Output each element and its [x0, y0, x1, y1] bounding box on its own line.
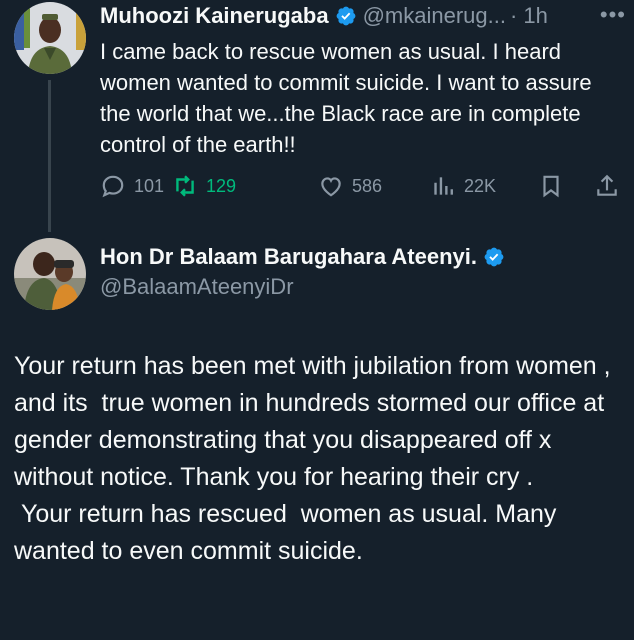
author-name[interactable]: Hon Dr Balaam Barugahara Ateenyi. — [100, 244, 477, 270]
avatar-image — [14, 238, 86, 310]
bookmark-button[interactable] — [538, 170, 564, 202]
share-icon — [597, 174, 617, 196]
bookmark-icon — [543, 175, 559, 198]
reply-text: Your return has been met with jubilation… — [14, 352, 611, 565]
views-count: 22K — [464, 175, 497, 196]
more-options-button[interactable]: ••• — [600, 2, 626, 28]
avatar[interactable] — [14, 238, 86, 310]
tweet-actions-bar: 101 129 586 22K — [100, 170, 620, 202]
avatar[interactable] — [14, 2, 86, 74]
author-handle[interactable]: @mkainerug... — [363, 3, 506, 29]
reply-header: Hon Dr Balaam Barugahara Ateenyi. — [100, 244, 505, 270]
like-count: 586 — [352, 175, 383, 196]
timestamp[interactable]: · 1h — [510, 3, 548, 29]
share-button[interactable] — [594, 170, 620, 202]
verified-badge-icon — [336, 6, 355, 26]
reply-count: 101 — [134, 175, 165, 196]
retweet-count: 129 — [206, 175, 237, 196]
tweet-text: I came back to rescue women as usual. I … — [100, 39, 592, 157]
author-handle[interactable]: @BalaamAteenyiDr — [100, 274, 294, 300]
heart-icon — [321, 177, 341, 197]
like-button[interactable]: 586 — [318, 170, 382, 202]
original-tweet: Muhoozi Kainerugaba @mkainerug... · 1h •… — [0, 0, 634, 232]
avatar-image — [14, 2, 86, 74]
retweet-icon — [176, 175, 194, 197]
reply-button[interactable]: 101 — [100, 170, 164, 202]
reply-icon — [102, 175, 124, 198]
views-button[interactable]: 22K — [430, 170, 496, 202]
retweet-button[interactable]: 129 — [172, 170, 236, 202]
views-icon — [434, 177, 453, 195]
author-name[interactable]: Muhoozi Kainerugaba — [100, 3, 329, 29]
thread-connector-line — [48, 80, 51, 232]
tweet-header: Muhoozi Kainerugaba @mkainerug... · 1h — [100, 0, 630, 32]
verified-badge-icon — [484, 247, 504, 267]
